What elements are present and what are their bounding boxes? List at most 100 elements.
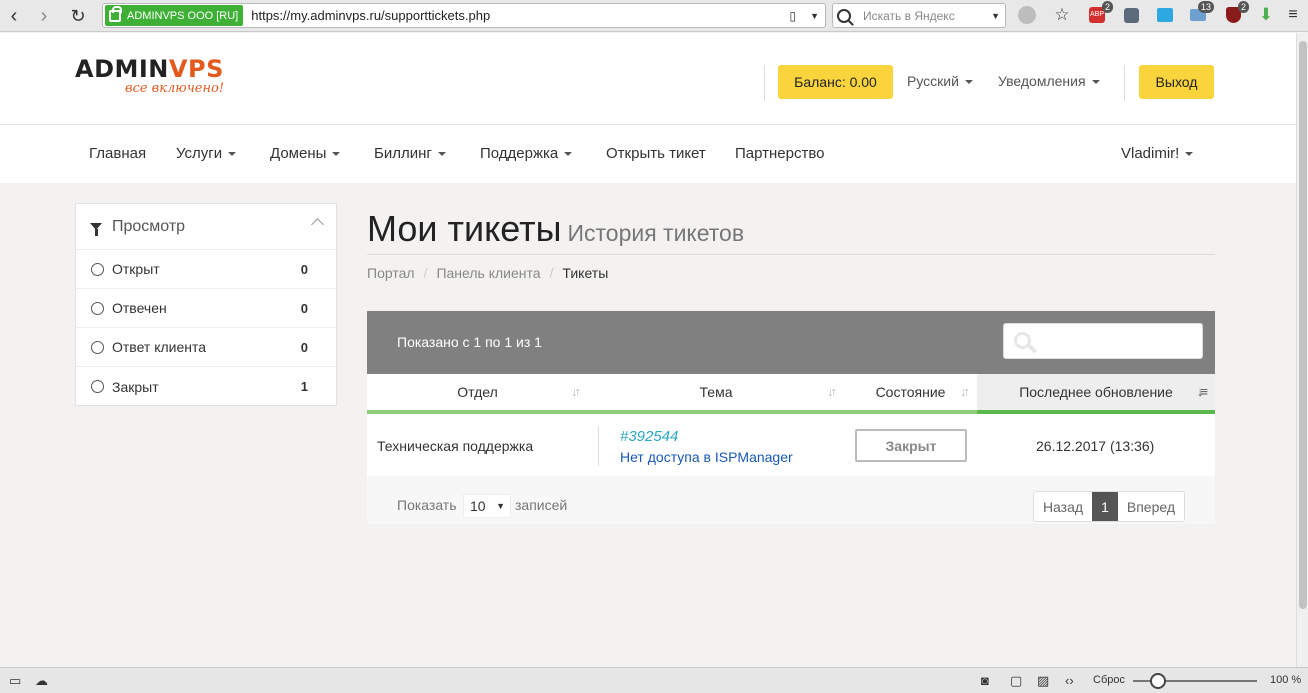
filter-count: 0 (300, 339, 308, 355)
filter-open[interactable]: Открыт 0 (76, 250, 336, 289)
pagination-next[interactable]: Вперед (1118, 492, 1184, 521)
page-length-select[interactable]: 10 ▼ (463, 494, 511, 518)
nav-domains-label: Домены (270, 145, 327, 162)
back-icon[interactable]: ‹ (0, 2, 28, 30)
zoom-reset-label[interactable]: Сброс (1093, 674, 1125, 686)
radio-button[interactable] (91, 262, 104, 276)
caret-down-icon: ▼ (496, 501, 505, 511)
column-header-subject[interactable]: Тема ↓↑ (588, 374, 844, 414)
table-search-input[interactable] (1003, 323, 1203, 359)
sort-icon: ↓↑ (827, 384, 837, 399)
ublock-icon[interactable]: 2 (1223, 1, 1249, 25)
view-filter-panel: Просмотр Открыт 0 Отвечен 0 Ответ клиент… (75, 203, 337, 406)
filter-label: Ответ клиента (112, 339, 207, 355)
status-badge: Закрыт (855, 429, 967, 462)
site-security-badge[interactable]: ADMINVPS ООО [RU] (105, 5, 244, 26)
nav-billing[interactable]: Биллинг (374, 145, 446, 162)
ticket-id-link[interactable]: #392544 (620, 428, 678, 445)
filter-count: 1 (300, 379, 308, 394)
breadcrumb: Портал / Панель клиента / Тикеты (367, 265, 608, 281)
yandex-search-box[interactable]: Искать в Яндекс ▼ (832, 3, 1006, 28)
nav-support[interactable]: Поддержка (480, 145, 573, 162)
search-dropdown-icon[interactable]: ▼ (991, 11, 1000, 21)
extension-puzzle-icon[interactable] (1121, 5, 1141, 25)
mail-icon[interactable]: 13 (1188, 1, 1214, 25)
bookmark-icon[interactable]: ▯ (789, 9, 796, 23)
breadcrumb-portal[interactable]: Портал (367, 265, 415, 281)
nav-home[interactable]: Главная (89, 145, 146, 162)
filter-label: Отвечен (112, 300, 167, 316)
notifications-label: Уведомления (998, 73, 1086, 89)
extension-window-icon[interactable] (1155, 5, 1175, 25)
site-badge-label: ADMINVPS ООО [RU] (127, 9, 239, 22)
adblock-icon[interactable]: ABP 2 (1087, 1, 1113, 25)
window-mode-icon[interactable]: ▢ (1010, 673, 1022, 689)
reload-icon[interactable]: ↻ (64, 2, 92, 30)
url-dropdown-icon[interactable]: ▼ (810, 11, 819, 23)
column-header-status[interactable]: Состояние ↓↑ (844, 374, 977, 414)
sort-desc-icon: ↓≡ (1196, 384, 1208, 399)
main-navigation: Главная Услуги Домены Биллинг Поддержка … (0, 125, 1296, 183)
radio-button[interactable] (91, 340, 104, 354)
radio-button[interactable] (91, 301, 104, 315)
nav-billing-label: Биллинг (374, 145, 432, 162)
column-header-label: Тема (699, 384, 733, 400)
star-icon[interactable]: ☆ (1052, 5, 1072, 25)
logo-text-ps: PS (187, 55, 224, 83)
filter-customer-reply[interactable]: Ответ клиента 0 (76, 328, 336, 367)
filter-closed[interactable]: Закрыт 1 (76, 367, 336, 406)
forward-icon[interactable]: › (30, 2, 58, 30)
breadcrumb-client-area[interactable]: Панель клиента (436, 265, 540, 281)
filter-label: Закрыт (112, 378, 159, 395)
adminvps-logo[interactable]: ADMINVPS все включено! (75, 56, 224, 96)
language-dropdown[interactable]: Русский (907, 73, 973, 89)
column-header-department[interactable]: Отдел ↓↑ (367, 374, 588, 414)
cloud-icon[interactable]: ☁ (35, 673, 48, 689)
notifications-dropdown[interactable]: Уведомления (998, 73, 1100, 89)
cell-last-update: 26.12.2017 (13:36) (1036, 438, 1155, 454)
pagination: Назад 1 Вперед (1032, 491, 1185, 522)
nav-user-menu[interactable]: Vladimir! (1121, 145, 1194, 162)
filter-label: Открыт (112, 261, 160, 277)
caret-down-icon (228, 152, 237, 157)
header-divider (764, 65, 765, 101)
chevron-up-icon[interactable] (311, 218, 324, 231)
profile-icon[interactable] (1017, 5, 1037, 25)
table-toolbar: Показано с 1 по 1 из 1 (367, 311, 1215, 374)
search-placeholder: Искать в Яндекс (863, 8, 955, 23)
logo-text-v: V (168, 55, 188, 83)
window-icon[interactable]: ▭ (9, 673, 21, 689)
ublock-count: 2 (1237, 1, 1249, 13)
column-header-last-update[interactable]: Последнее обновление ↓≡ (977, 374, 1215, 414)
code-icon[interactable]: ‹› (1065, 673, 1074, 688)
caret-down-icon (564, 152, 573, 157)
caret-down-icon (1091, 80, 1100, 85)
nav-open-ticket[interactable]: Открыть тикет (606, 145, 706, 162)
scrollbar-thumb[interactable] (1299, 41, 1307, 609)
balance-button[interactable]: Баланс: 0.00 (778, 65, 893, 99)
column-header-label: Состояние (875, 384, 946, 400)
panel-header[interactable]: Просмотр (76, 204, 336, 250)
pagination-current-page[interactable]: 1 (1092, 492, 1118, 521)
camera-icon[interactable]: ◙ (981, 673, 989, 688)
breadcrumb-separator: / (423, 265, 428, 281)
caret-down-icon (1185, 152, 1194, 157)
url-text[interactable]: https://my.adminvps.ru/supporttickets.ph… (251, 8, 490, 23)
zoom-slider-handle[interactable] (1150, 673, 1166, 689)
page-scrollbar[interactable] (1296, 33, 1308, 667)
entries-label: записей (515, 497, 568, 513)
nav-partnership[interactable]: Партнерство (735, 145, 825, 162)
image-icon[interactable]: ▨ (1037, 673, 1049, 689)
zoom-level: 100 % (1270, 674, 1302, 686)
pagination-prev[interactable]: Назад (1034, 492, 1092, 521)
download-icon[interactable]: ⬇ (1256, 5, 1276, 25)
nav-domains[interactable]: Домены (270, 145, 341, 162)
nav-services[interactable]: Услуги (176, 145, 237, 162)
logout-button[interactable]: Выход (1139, 65, 1214, 99)
menu-icon[interactable]: ≡ (1283, 5, 1303, 25)
radio-button[interactable] (91, 380, 104, 393)
address-bar[interactable]: ADMINVPS ООО [RU] https://my.adminvps.ru… (102, 3, 826, 28)
table-row[interactable]: Техническая поддержка #392544 Нет доступ… (367, 414, 1215, 476)
ticket-subject-link[interactable]: Нет доступа в ISPManager (620, 449, 793, 465)
filter-answered[interactable]: Отвечен 0 (76, 289, 336, 328)
